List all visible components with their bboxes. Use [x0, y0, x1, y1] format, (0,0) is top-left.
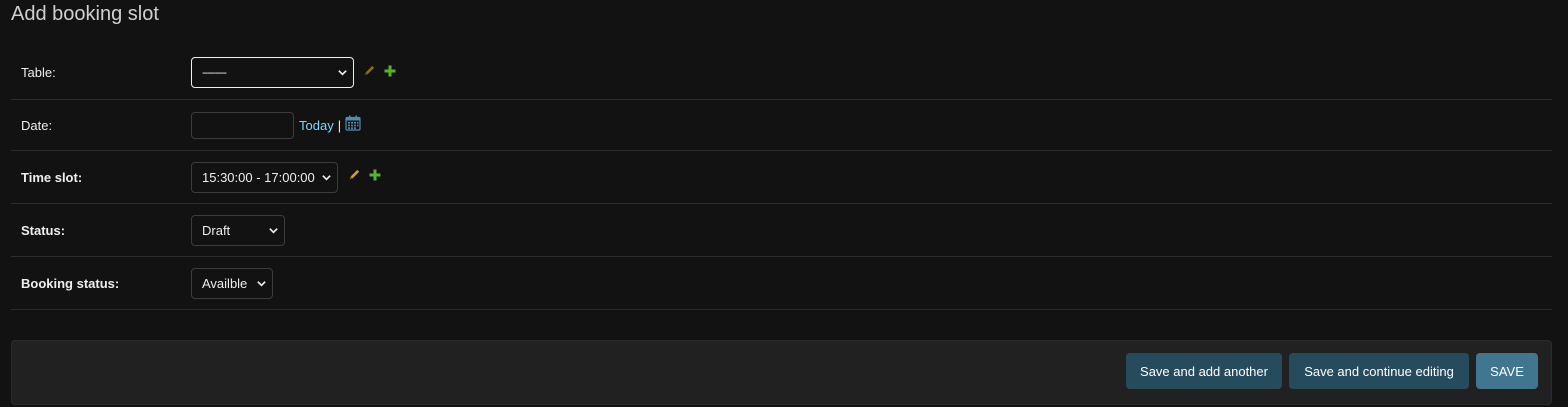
pencil-icon[interactable]: [363, 64, 376, 82]
save-and-add-another-button[interactable]: Save and add another: [1126, 353, 1282, 389]
time-slot-label: Time slot:: [21, 169, 83, 185]
date-input[interactable]: [191, 111, 294, 139]
calendar-icon[interactable]: [345, 115, 361, 136]
add-booking-slot-page: Add booking slot Table: --------- Date:: [0, 0, 1568, 407]
time-slot-select-value: 15:30:00 - 17:00:00: [202, 169, 315, 185]
booking-status-field: Availble: [191, 267, 273, 299]
save-button[interactable]: SAVE: [1476, 353, 1538, 389]
booking-slot-form: Table: --------- Date: Today | Time slot…: [11, 46, 1552, 310]
time-slot-field: 15:30:00 - 17:00:00: [191, 161, 381, 193]
page-title: Add booking slot: [11, 3, 159, 25]
form-row-booking-status: Booking status: Availble: [11, 257, 1552, 310]
form-row-table: Table: ---------: [11, 46, 1552, 100]
form-row-time-slot: Time slot: 15:30:00 - 17:00:00: [11, 151, 1552, 204]
table-label: Table:: [21, 65, 56, 80]
submit-row: Save and add another Save and continue e…: [11, 340, 1552, 405]
pencil-icon[interactable]: [348, 168, 361, 186]
date-label: Date:: [21, 117, 53, 133]
plus-icon[interactable]: [369, 168, 381, 186]
time-slot-select[interactable]: 15:30:00 - 17:00:00: [191, 161, 338, 193]
status-label: Status:: [21, 222, 66, 238]
form-row-date: Date: Today |: [11, 100, 1552, 151]
table-field: ---------: [191, 57, 396, 88]
booking-status-label: Booking status:: [21, 275, 120, 291]
booking-status-select[interactable]: Availble: [191, 267, 273, 299]
table-select-value: ---------: [202, 66, 227, 79]
today-link[interactable]: Today: [299, 118, 334, 133]
status-select[interactable]: Draft: [191, 214, 285, 246]
table-select[interactable]: ---------: [191, 57, 354, 88]
chevron-down-icon: [322, 174, 331, 181]
form-row-status: Status: Draft: [11, 204, 1552, 257]
save-and-continue-editing-button[interactable]: Save and continue editing: [1289, 353, 1469, 389]
date-separator: |: [337, 117, 342, 133]
chevron-down-icon: [257, 280, 266, 287]
booking-status-select-value: Availble: [202, 275, 248, 291]
status-field: Draft: [191, 214, 285, 246]
status-select-value: Draft: [202, 222, 231, 238]
plus-icon[interactable]: [384, 64, 396, 82]
chevron-down-icon: [269, 227, 278, 234]
date-field: Today |: [191, 111, 361, 139]
chevron-down-icon: [338, 70, 347, 76]
